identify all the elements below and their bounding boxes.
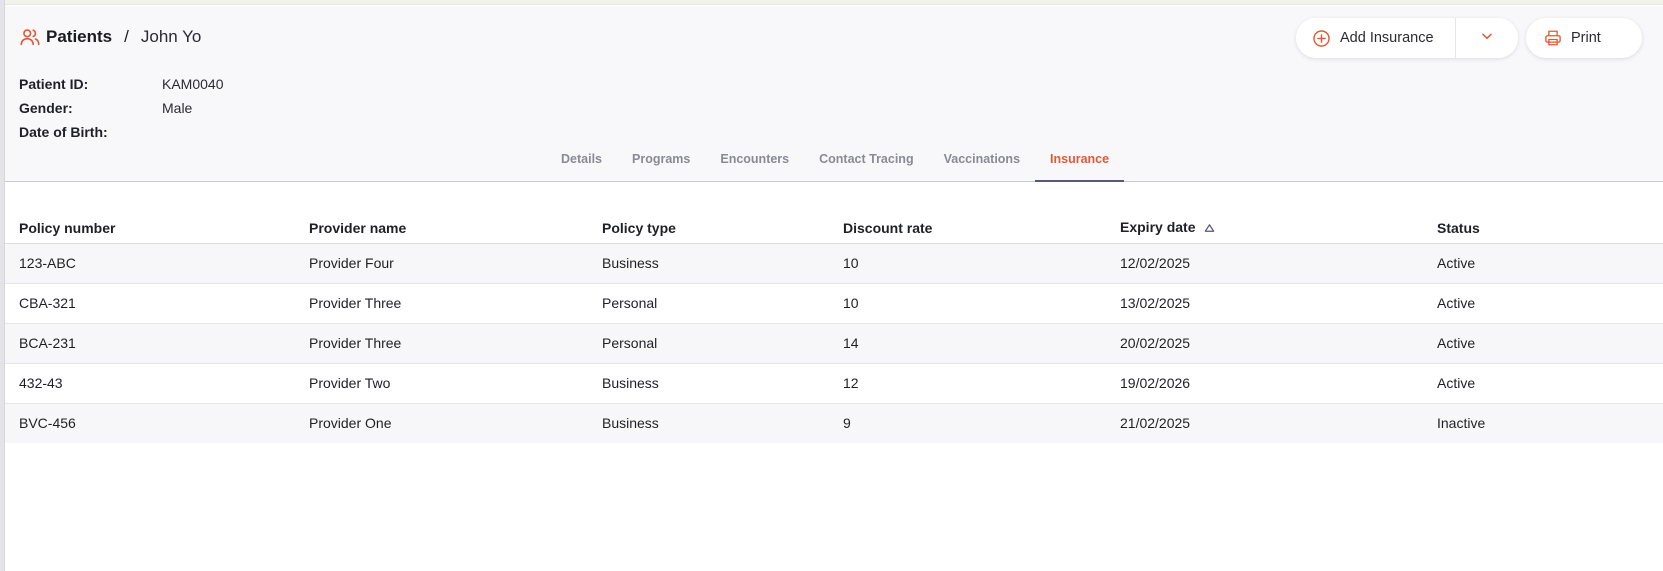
dob-label: Date of Birth: [19,124,108,140]
policy-type-cell: Personal [588,323,829,364]
expiry-date-cell: 21/02/2025 [1106,403,1423,443]
tab-details[interactable]: Details [546,148,617,182]
table-header-row: Policy number Provider name Policy type … [5,213,1663,244]
column-header-provider-name[interactable]: Provider name [295,213,588,244]
status-cell: Active [1423,363,1663,404]
column-header-expiry-date-label: Expiry date [1120,219,1196,236]
status-cell: Inactive [1423,403,1663,443]
table-row[interactable]: BCA-231 Provider Three Personal 14 20/02… [5,323,1663,364]
policy-type-cell: Business [588,403,829,443]
discount-rate-cell: 9 [829,403,1106,443]
column-header-status[interactable]: Status [1423,213,1663,244]
table-row[interactable]: CBA-321 Provider Three Personal 10 13/02… [5,283,1663,324]
table-row[interactable]: BVC-456 Provider One Business 9 21/02/20… [5,403,1663,443]
breadcrumb: Patients / John Yo [19,26,201,48]
tab-encounters[interactable]: Encounters [705,148,804,182]
users-icon [19,26,41,48]
policy-number-cell: BCA-231 [5,323,295,364]
breadcrumb-current-patient: John Yo [140,27,202,46]
policy-number-cell: CBA-321 [5,283,295,324]
printer-icon [1544,29,1562,47]
discount-rate-cell: 12 [829,363,1106,404]
policy-type-cell: Business [588,243,829,284]
policy-number-cell: 123-ABC [5,243,295,284]
policy-type-cell: Personal [588,283,829,324]
chevron-down-icon [1480,29,1494,47]
provider-name-cell: Provider Three [295,283,588,324]
gender-row: Gender: Male [19,96,223,120]
gender-value: Male [162,100,193,116]
expiry-date-cell: 20/02/2025 [1106,323,1423,364]
discount-rate-cell: 10 [829,283,1106,324]
column-header-expiry-date[interactable]: Expiry date [1106,213,1423,244]
header-actions: Add Insurance Print [1296,18,1642,58]
patient-id-row: Patient ID: KAM0040 [19,72,223,96]
provider-name-cell: Provider Four [295,243,588,284]
patient-info: Patient ID: KAM0040 Gender: Male Date of… [19,72,223,144]
provider-name-cell: Provider Three [295,323,588,364]
expiry-date-cell: 12/02/2025 [1106,243,1423,284]
plus-circle-icon [1312,29,1331,48]
tab-programs[interactable]: Programs [617,148,705,182]
policy-number-cell: BVC-456 [5,403,295,443]
insurance-table: Policy number Provider name Policy type … [5,213,1663,443]
breadcrumb-separator: / [124,27,129,46]
table-row[interactable]: 123-ABC Provider Four Business 10 12/02/… [5,243,1663,284]
breadcrumb-patients-link[interactable]: Patients [46,27,112,47]
add-insurance-dropdown-button[interactable] [1456,18,1518,58]
print-label: Print [1571,30,1601,46]
gender-label: Gender: [19,100,73,116]
status-cell: Active [1423,243,1663,284]
column-header-policy-number[interactable]: Policy number [5,213,295,244]
table-row[interactable]: 432-43 Provider Two Business 12 19/02/20… [5,363,1663,404]
tab-contact-tracing[interactable]: Contact Tracing [804,148,928,182]
discount-rate-cell: 10 [829,243,1106,284]
column-header-policy-type[interactable]: Policy type [588,213,829,244]
add-insurance-button-group: Add Insurance [1296,18,1518,58]
top-border [0,0,1663,5]
patient-id-label: Patient ID: [19,76,89,92]
status-cell: Active [1423,283,1663,324]
column-header-discount-rate[interactable]: Discount rate [829,213,1106,244]
policy-number-cell: 432-43 [5,363,295,404]
patient-header: Patients / John Yo Patient ID: KAM0040 G… [5,6,1663,182]
discount-rate-cell: 14 [829,323,1106,364]
provider-name-cell: Provider Two [295,363,588,404]
dob-row: Date of Birth: [19,120,223,144]
add-insurance-button[interactable]: Add Insurance [1296,18,1456,58]
sort-ascending-icon[interactable] [1204,220,1215,236]
patient-id-value: KAM0040 [162,76,224,92]
add-insurance-label: Add Insurance [1340,30,1434,46]
tab-insurance[interactable]: Insurance [1035,148,1125,182]
policy-type-cell: Business [588,363,829,404]
tab-vaccinations[interactable]: Vaccinations [929,148,1035,182]
expiry-date-cell: 13/02/2025 [1106,283,1423,324]
status-cell: Active [1423,323,1663,364]
expiry-date-cell: 19/02/2026 [1106,363,1423,404]
provider-name-cell: Provider One [295,403,588,443]
print-button[interactable]: Print [1526,18,1642,58]
patient-tabs: Details Programs Encounters Contact Trac… [546,148,1125,182]
